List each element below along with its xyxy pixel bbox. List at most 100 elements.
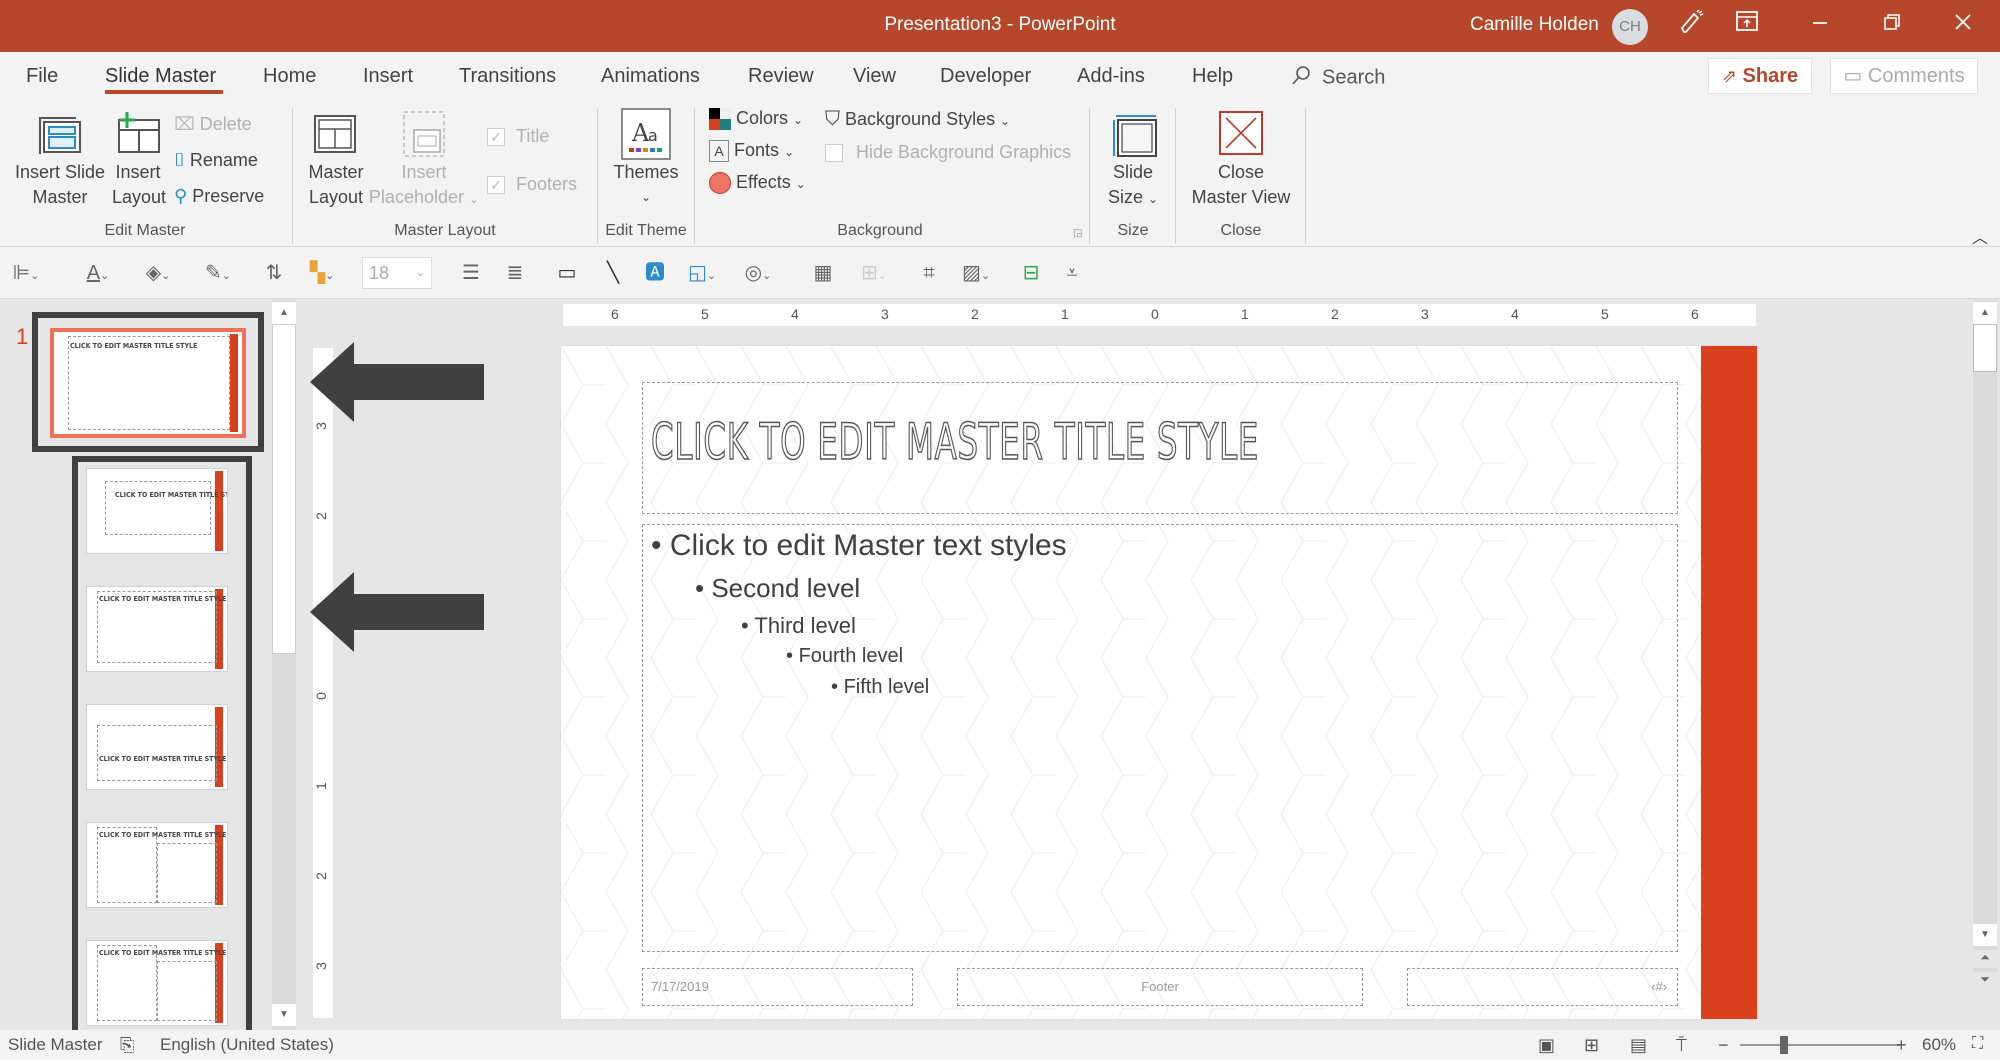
ribbon-display-icon[interactable] xyxy=(1730,10,1764,42)
slideshow-icon[interactable]: ⍑ xyxy=(1676,1035,1687,1056)
tab-review[interactable]: Review xyxy=(748,65,814,88)
next-slide-icon[interactable]: ⏷ xyxy=(1973,972,1997,990)
horizontal-ruler: 6 5 4 3 2 1 0 1 2 3 4 5 6 xyxy=(563,304,1756,326)
tab-home[interactable]: Home xyxy=(263,65,316,88)
table-icon[interactable]: ⊞⌄ xyxy=(852,261,896,285)
content-placeholder[interactable]: • Click to edit Master text styles • Sec… xyxy=(642,524,1678,952)
scroll-up-icon[interactable]: ▲ xyxy=(1973,302,1997,324)
tab-animations[interactable]: Animations xyxy=(601,65,700,88)
fit-to-window-icon[interactable]: ⛶ xyxy=(1972,1035,1983,1053)
minimize-icon[interactable] xyxy=(1803,10,1837,42)
rename-button[interactable]: ⌷ Rename xyxy=(174,150,258,171)
shape-fill-icon[interactable]: ◈⌄ xyxy=(136,261,180,285)
ruler-tick-label: 0 xyxy=(1151,306,1159,322)
accessibility-check-icon[interactable]: ⎘ xyxy=(120,1035,134,1056)
slide-sorter-icon[interactable]: ⊞ xyxy=(1584,1035,1599,1056)
thumbnail-pane: 1 CLICK TO EDIT MASTER TITLE STYLE CLICK… xyxy=(0,300,484,1036)
arrow-annotation xyxy=(310,342,484,422)
zoom-in-icon[interactable]: + xyxy=(1896,1035,1907,1056)
rectangle-icon[interactable]: ▭ xyxy=(552,261,582,285)
scroll-down-icon[interactable]: ▼ xyxy=(272,1004,296,1026)
zoom-slider-track[interactable] xyxy=(1740,1044,1900,1046)
colors-button[interactable]: Colors ⌄ xyxy=(709,108,803,131)
shape-outline-icon[interactable]: ✎⌄ xyxy=(196,261,240,285)
align-icon[interactable]: ⊫⌄ xyxy=(6,261,46,285)
chevron-down-icon: ⌄ xyxy=(469,192,480,206)
tab-add-ins[interactable]: Add-ins xyxy=(1077,65,1145,88)
scroll-up-icon[interactable]: ▲ xyxy=(272,302,296,324)
tab-help[interactable]: Help xyxy=(1192,65,1233,88)
close-icon[interactable] xyxy=(1946,10,1980,42)
title-placeholder[interactable]: CLICK TO EDIT MASTER TITLE STYLE xyxy=(642,382,1678,514)
themes-button[interactable]: Themes ⌄ xyxy=(608,160,684,210)
footers-checkbox[interactable]: ✓ Footers xyxy=(487,174,577,195)
insert-layout-icon xyxy=(113,110,163,161)
guides-icon[interactable]: ⊟ xyxy=(1016,261,1046,285)
title-checkbox[interactable]: ✓ Title xyxy=(487,126,549,147)
effects-button[interactable]: Effects ⌄ xyxy=(709,172,806,195)
shapes-icon[interactable]: ◱⌄ xyxy=(680,261,724,285)
text-box-icon[interactable]: 🅰 xyxy=(640,261,670,285)
background-styles-button[interactable]: ⛉ Background Styles ⌄ xyxy=(825,108,1010,131)
slide-size-button[interactable]: Slide Size ⌄ xyxy=(1098,160,1168,212)
tab-transitions[interactable]: Transitions xyxy=(459,65,556,88)
tab-slide-master[interactable]: Slide Master xyxy=(105,65,216,88)
insert-slide-master-button[interactable]: Insert Slide Master xyxy=(12,160,108,210)
zoom-out-icon[interactable]: − xyxy=(1718,1035,1729,1056)
zoom-level[interactable]: 60% xyxy=(1922,1035,1956,1055)
text-direction-icon[interactable]: ⇅ xyxy=(260,261,288,285)
restore-icon[interactable] xyxy=(1875,10,1909,42)
share-button[interactable]: ⇗ Share xyxy=(1708,58,1812,94)
crop-icon[interactable]: ⌗ xyxy=(914,261,944,285)
previous-slide-icon[interactable]: ⏶ xyxy=(1973,950,1997,968)
font-color-icon[interactable]: A⌄ xyxy=(76,261,120,285)
tab-view[interactable]: View xyxy=(853,65,896,88)
close-master-view-button[interactable]: Close Master View xyxy=(1183,160,1299,210)
tab-file[interactable]: File xyxy=(26,65,58,88)
user-name[interactable]: Camille Holden xyxy=(1470,14,1599,36)
dialog-launcher-icon[interactable]: ◲ xyxy=(1073,228,1082,239)
insert-placeholder-button[interactable]: Insert Placeholder ⌄ xyxy=(368,160,480,212)
title-bar: Presentation3 - PowerPoint Camille Holde… xyxy=(0,0,2000,52)
master-layout-button[interactable]: Master Layout xyxy=(300,160,372,210)
slide-canvas[interactable]: CLICK TO EDIT MASTER TITLE STYLE • Click… xyxy=(561,346,1757,1019)
scroll-thumb[interactable] xyxy=(1973,324,1997,372)
preserve-button[interactable]: ⚲ Preserve xyxy=(174,186,264,207)
line-icon[interactable]: ╲ xyxy=(598,261,628,285)
bullets-icon[interactable]: ☰ xyxy=(456,261,486,285)
customize-toolbar-icon[interactable]: ⩡ xyxy=(1060,261,1084,285)
separator xyxy=(1175,108,1176,244)
close-master-view-label-2: Master View xyxy=(1191,187,1291,207)
scroll-thumb[interactable] xyxy=(272,324,296,654)
merge-shapes-icon[interactable]: ◎⌄ xyxy=(736,261,780,285)
font-size-select[interactable]: 18 ⌄ xyxy=(362,257,432,289)
main-scrollbar[interactable]: ▲ ▼ ⏶ ⏷ xyxy=(1973,300,1997,990)
arrange-icon[interactable]: ▚⌄ xyxy=(300,261,344,285)
thumbnail-scrollbar[interactable]: ▲ ▼ xyxy=(272,300,296,1030)
ruler-tick-label: 2 xyxy=(312,512,329,520)
date-placeholder[interactable]: 7/17/2019 xyxy=(642,968,913,1006)
comments-button[interactable]: ▭ Comments xyxy=(1830,58,1978,94)
search-box[interactable]: Search xyxy=(1290,64,1385,92)
picture-icon[interactable]: ▨⌄ xyxy=(954,261,998,285)
reading-view-icon[interactable]: ▤ xyxy=(1630,1035,1647,1056)
zoom-slider-thumb[interactable] xyxy=(1780,1036,1789,1054)
slide-number-placeholder[interactable]: ‹#› xyxy=(1407,968,1678,1006)
draw-table-icon[interactable]: ▦ xyxy=(808,261,838,285)
avatar[interactable]: CH xyxy=(1612,9,1648,45)
scroll-down-icon[interactable]: ▼ xyxy=(1973,924,1997,946)
collapse-ribbon-icon[interactable]: ︿ xyxy=(1972,224,1988,248)
hide-background-graphics-checkbox[interactable]: Hide Background Graphics xyxy=(825,142,1071,163)
tab-insert[interactable]: Insert xyxy=(363,65,413,88)
delete-button[interactable]: ⌧ Delete xyxy=(174,114,252,135)
tab-developer[interactable]: Developer xyxy=(940,65,1031,88)
pen-icon[interactable] xyxy=(1674,9,1708,42)
footer-placeholder[interactable]: Footer xyxy=(957,968,1363,1006)
normal-view-icon[interactable]: ▣ xyxy=(1538,1035,1555,1056)
fonts-button[interactable]: A Fonts ⌄ xyxy=(709,140,794,163)
ruler-tick-label: 2 xyxy=(1331,306,1339,322)
insert-layout-button[interactable]: Insert Layout xyxy=(112,160,166,210)
close-master-view-icon xyxy=(1218,110,1264,161)
language-label[interactable]: English (United States) xyxy=(160,1035,334,1055)
numbering-icon[interactable]: ≣ xyxy=(500,261,530,285)
